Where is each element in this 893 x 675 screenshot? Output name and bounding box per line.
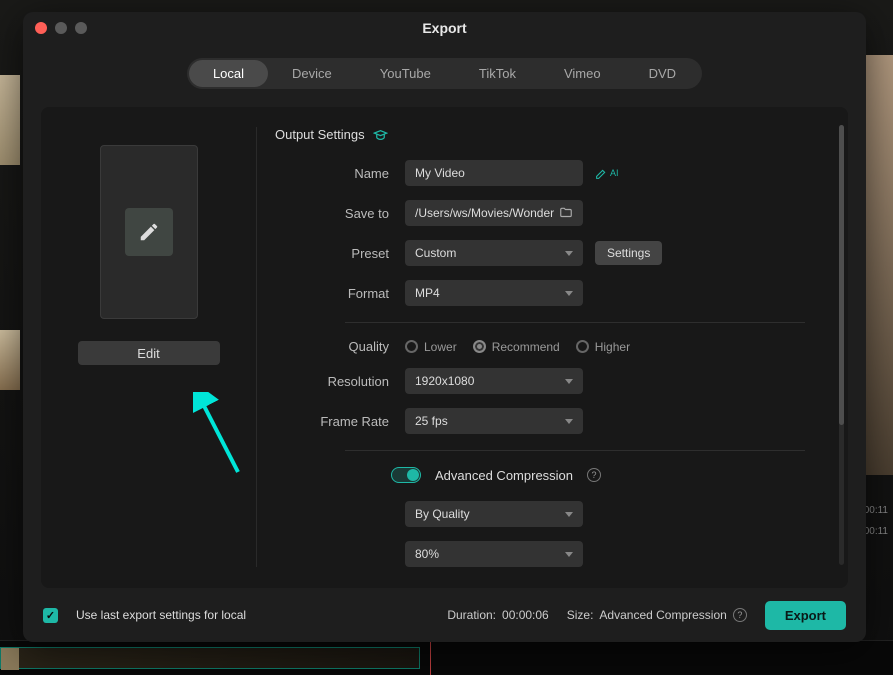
- adv-percent-select[interactable]: 80%: [405, 541, 583, 567]
- chevron-down-icon: [565, 512, 573, 517]
- timeline: [0, 640, 893, 674]
- bg-clip-thumb: [0, 330, 20, 390]
- chevron-down-icon: [565, 419, 573, 424]
- divider: [345, 322, 805, 323]
- uselast-checkbox[interactable]: ✓: [43, 608, 58, 623]
- saveto-field[interactable]: /Users/ws/Movies/Wonder: [405, 200, 583, 226]
- name-label: Name: [275, 166, 405, 181]
- preset-label: Preset: [275, 246, 405, 261]
- tab-tiktok[interactable]: TikTok: [455, 60, 540, 87]
- check-icon: ✓: [46, 609, 55, 622]
- edit-button[interactable]: Edit: [78, 341, 220, 365]
- tab-vimeo[interactable]: Vimeo: [540, 60, 625, 87]
- adv-mode-select[interactable]: By Quality: [405, 501, 583, 527]
- scrollbar-thumb[interactable]: [839, 125, 844, 425]
- advanced-compression-toggle[interactable]: [391, 467, 421, 483]
- tab-youtube[interactable]: YouTube: [356, 60, 455, 87]
- saveto-label: Save to: [275, 206, 405, 221]
- pencil-edit-icon: [138, 221, 160, 243]
- chevron-down-icon: [565, 552, 573, 557]
- section-title-output: Output Settings: [275, 127, 824, 142]
- export-button[interactable]: Export: [765, 601, 846, 630]
- size-display: Size: Advanced Compression ?: [567, 608, 747, 622]
- dialog-footer: ✓ Use last export settings for local Dur…: [23, 588, 866, 642]
- window-close-button[interactable]: [35, 22, 47, 34]
- help-icon[interactable]: ?: [587, 468, 601, 482]
- divider: [345, 450, 805, 451]
- chevron-down-icon: [565, 251, 573, 256]
- chevron-down-icon: [565, 291, 573, 296]
- tab-dvd[interactable]: DVD: [625, 60, 700, 87]
- format-select[interactable]: MP4: [405, 280, 583, 306]
- format-label: Format: [275, 286, 405, 301]
- bg-preview-panel: [865, 55, 893, 475]
- window-minimize-button[interactable]: [55, 22, 67, 34]
- folder-icon: [559, 206, 573, 220]
- tab-local[interactable]: Local: [189, 60, 268, 87]
- timeline-clip-thumb: [1, 648, 19, 670]
- dialog-title: Export: [23, 20, 866, 36]
- titlebar: Export: [23, 12, 866, 44]
- preset-select[interactable]: Custom: [405, 240, 583, 266]
- tab-device[interactable]: Device: [268, 60, 356, 87]
- chevron-down-icon: [565, 379, 573, 384]
- quality-radio-higher[interactable]: Higher: [576, 340, 630, 354]
- window-zoom-button[interactable]: [75, 22, 87, 34]
- resolution-label: Resolution: [275, 374, 405, 389]
- playhead[interactable]: [430, 641, 431, 675]
- quality-label: Quality: [275, 339, 405, 354]
- export-dialog: Export Local Device YouTube TikTok Vimeo…: [23, 12, 866, 642]
- bg-timecodes: 00:1100:11: [864, 505, 888, 537]
- export-tabs: Local Device YouTube TikTok Vimeo DVD: [23, 58, 866, 89]
- preset-settings-button[interactable]: Settings: [595, 241, 662, 265]
- help-icon[interactable]: ?: [733, 608, 747, 622]
- bg-clip-thumb: [0, 75, 20, 165]
- video-preview-thumb[interactable]: [100, 145, 198, 319]
- scrollbar[interactable]: [839, 125, 844, 565]
- framerate-select[interactable]: 25 fps: [405, 408, 583, 434]
- timeline-clip[interactable]: [0, 647, 420, 669]
- framerate-label: Frame Rate: [275, 414, 405, 429]
- name-input[interactable]: [405, 160, 583, 186]
- quality-radio-recommend[interactable]: Recommend: [473, 340, 560, 354]
- resolution-select[interactable]: 1920x1080: [405, 368, 583, 394]
- duration-display: Duration:00:00:06: [447, 608, 548, 622]
- tutorial-icon[interactable]: [373, 129, 388, 141]
- preview-sidebar: Edit: [41, 107, 256, 588]
- quality-radio-lower[interactable]: Lower: [405, 340, 457, 354]
- uselast-label: Use last export settings for local: [76, 608, 246, 622]
- dialog-body: Edit Output Settings Name AI Save to /Us…: [41, 107, 848, 588]
- settings-panel: Output Settings Name AI Save to /Users/w…: [256, 127, 848, 567]
- advanced-compression-label: Advanced Compression: [435, 468, 573, 483]
- ai-rename-icon[interactable]: AI: [595, 167, 619, 180]
